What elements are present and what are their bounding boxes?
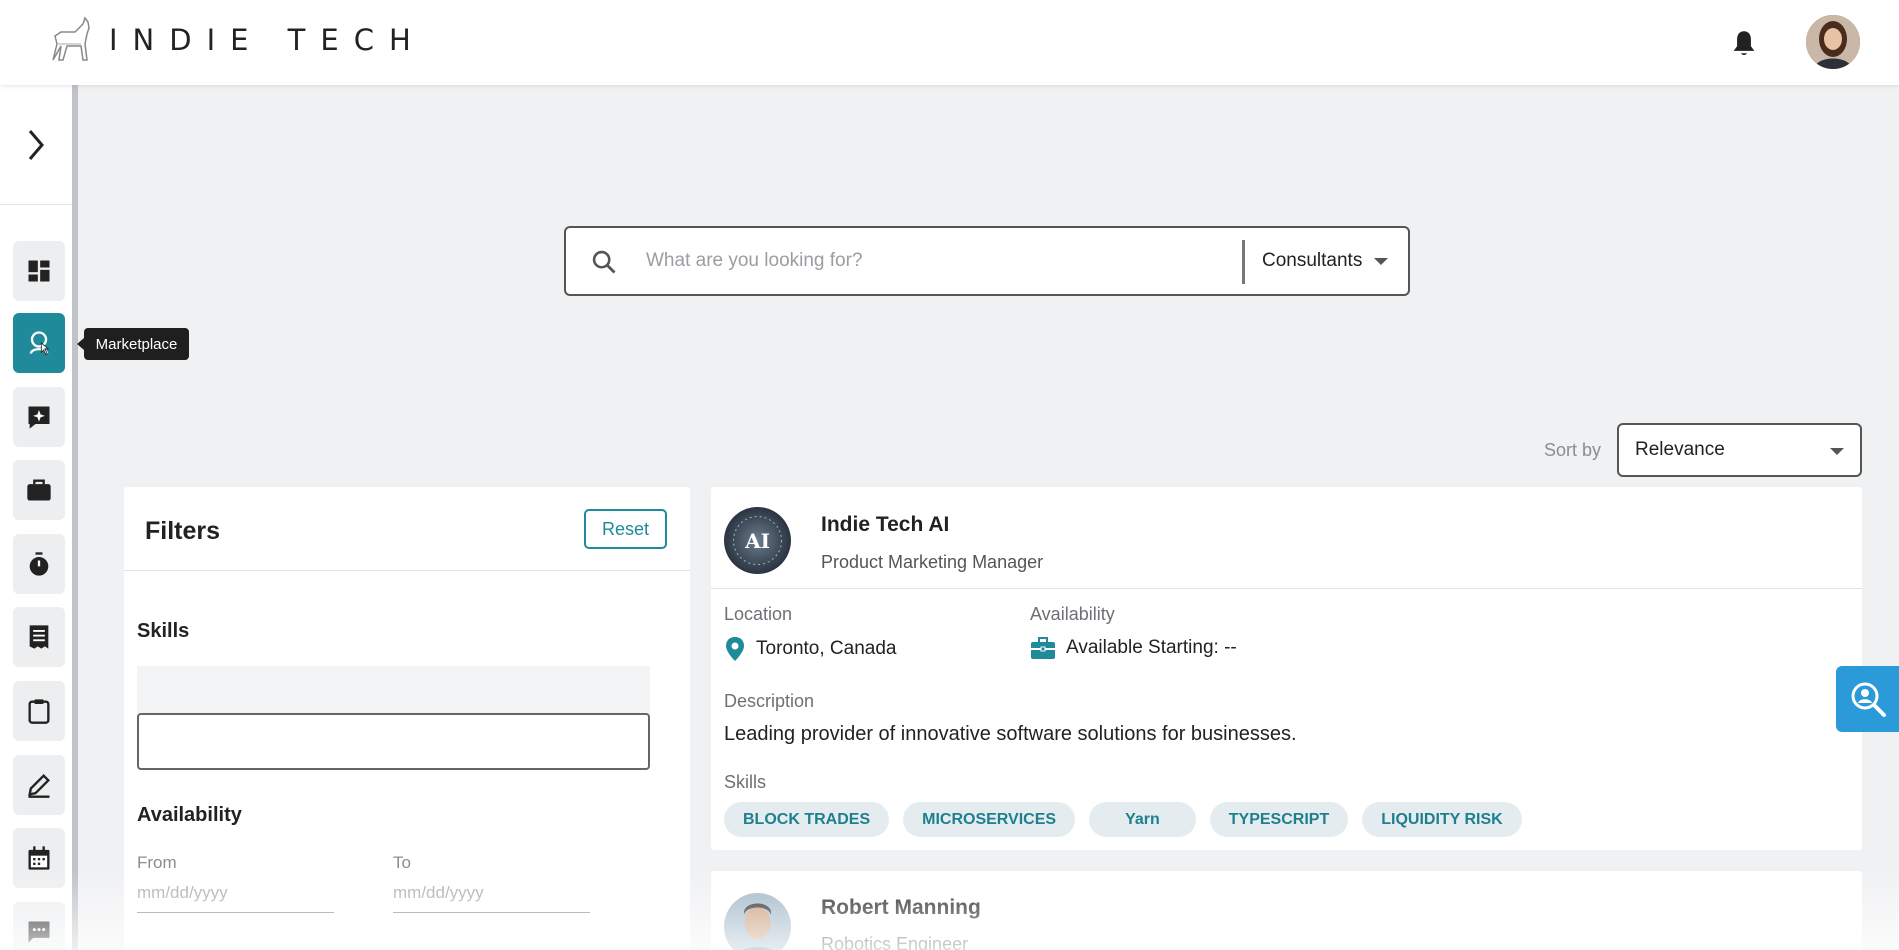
location-text: Toronto, Canada (756, 638, 897, 659)
availability-value: Available Starting: -- (1030, 636, 1237, 660)
search-divider (1242, 240, 1245, 284)
divider (711, 588, 1862, 589)
top-bar: INDIE TECH (0, 0, 1899, 85)
result-avatar: AI (724, 507, 791, 574)
person-photo (724, 893, 791, 950)
location-pin-icon (726, 637, 744, 661)
skills-selected-area (137, 666, 650, 714)
result-role: Product Marketing Manager (821, 552, 1044, 572)
search-category-label: Consultants (1262, 250, 1363, 271)
skills-filter-title: Skills (137, 620, 190, 642)
dashboard-icon (28, 260, 50, 282)
sidebar-item-calendar[interactable] (13, 828, 65, 888)
logo-dog-icon (52, 16, 90, 61)
availability-label: Availability (1030, 604, 1115, 624)
sort-select[interactable]: Relevance (1617, 423, 1862, 477)
result-card[interactable]: AI Indie Tech AI Product Marketing Manag… (711, 487, 1862, 850)
sidebar-tooltip: Marketplace (77, 328, 189, 360)
search-icon (592, 250, 616, 274)
message-icon (28, 921, 50, 943)
description-text: Leading provider of innovative software … (724, 723, 1297, 745)
sidebar-item-messages[interactable] (13, 902, 65, 950)
ai-logo-text: AI (744, 529, 770, 553)
description-label: Description (724, 691, 815, 711)
search-input[interactable] (646, 242, 1196, 280)
calendar-icon (28, 846, 50, 870)
receipt-icon (29, 625, 49, 649)
from-date-input[interactable]: mm/dd/yyyy (137, 883, 334, 913)
marketplace-icon (29, 331, 50, 356)
availability-filter-title: Availability (137, 804, 242, 826)
sidebar-item-timesheets[interactable] (13, 534, 65, 594)
briefcase-icon (27, 479, 51, 501)
skills-input[interactable] (137, 713, 650, 770)
chevron-right-icon (28, 129, 44, 160)
location-value: Toronto, Canada (724, 636, 897, 662)
logo[interactable]: INDIE TECH (45, 14, 426, 66)
sort-label: Sort by (1544, 440, 1602, 460)
sidebar-toggle[interactable] (0, 85, 72, 205)
clipboard-icon (28, 699, 50, 724)
chevron-down-icon (1374, 257, 1389, 265)
availability-text: Available Starting: -- (1066, 637, 1237, 658)
search-category-select[interactable]: Consultants (1262, 250, 1389, 272)
sidebar (0, 85, 78, 950)
skill-chip[interactable]: BLOCK TRADES (724, 802, 890, 837)
to-label: To (393, 853, 411, 872)
filters-title: Filters (145, 517, 221, 545)
sidebar-item-dashboard[interactable] (13, 241, 65, 301)
stopwatch-icon (29, 552, 49, 576)
skill-chip[interactable]: Yarn (1089, 802, 1196, 837)
user-avatar[interactable] (1806, 15, 1860, 69)
sparkle-chat-icon (28, 406, 50, 429)
skill-chip[interactable]: TYPESCRIPT (1209, 802, 1349, 837)
sidebar-item-contracts[interactable] (13, 681, 65, 741)
skills-list: BLOCK TRADES MICROSERVICES Yarn TYPESCRI… (724, 802, 1522, 837)
location-label: Location (724, 604, 793, 624)
result-role: Robotics Engineer (821, 934, 969, 950)
result-card[interactable]: Robert Manning Robotics Engineer (711, 871, 1862, 950)
skill-chip[interactable]: MICROSERVICES (903, 802, 1076, 837)
sidebar-item-edit[interactable] (13, 755, 65, 815)
to-date-input[interactable]: mm/dd/yyyy (393, 883, 590, 913)
skills-label: Skills (724, 772, 767, 792)
briefcase-icon (1031, 637, 1055, 659)
chevron-down-icon (1830, 448, 1844, 455)
result-avatar (724, 893, 791, 950)
result-name[interactable]: Robert Manning (821, 896, 981, 920)
sidebar-item-invoices[interactable] (13, 607, 65, 667)
logo-text: INDIE TECH (109, 23, 426, 57)
from-label: From (137, 853, 177, 872)
sidebar-item-jobs[interactable] (13, 460, 65, 520)
sidebar-item-marketplace[interactable] (13, 313, 65, 373)
ai-logo-icon: AI (724, 507, 791, 574)
user-avatar-image (1806, 15, 1860, 69)
search-person-icon (1851, 682, 1886, 717)
sidebar-item-chat-ai[interactable] (13, 387, 65, 447)
filters-panel: Filters Reset Skills Availability From T… (124, 487, 690, 950)
skill-chip[interactable]: LIQUIDITY RISK (1362, 802, 1522, 837)
floating-search-button[interactable] (1836, 666, 1899, 732)
result-name[interactable]: Indie Tech AI (821, 513, 949, 537)
sort-value: Relevance (1635, 439, 1725, 460)
reset-button[interactable]: Reset (584, 509, 667, 549)
divider (124, 570, 690, 571)
search-bar: Consultants (564, 226, 1410, 296)
bell-icon[interactable] (1730, 29, 1758, 59)
edit-icon (28, 774, 50, 798)
